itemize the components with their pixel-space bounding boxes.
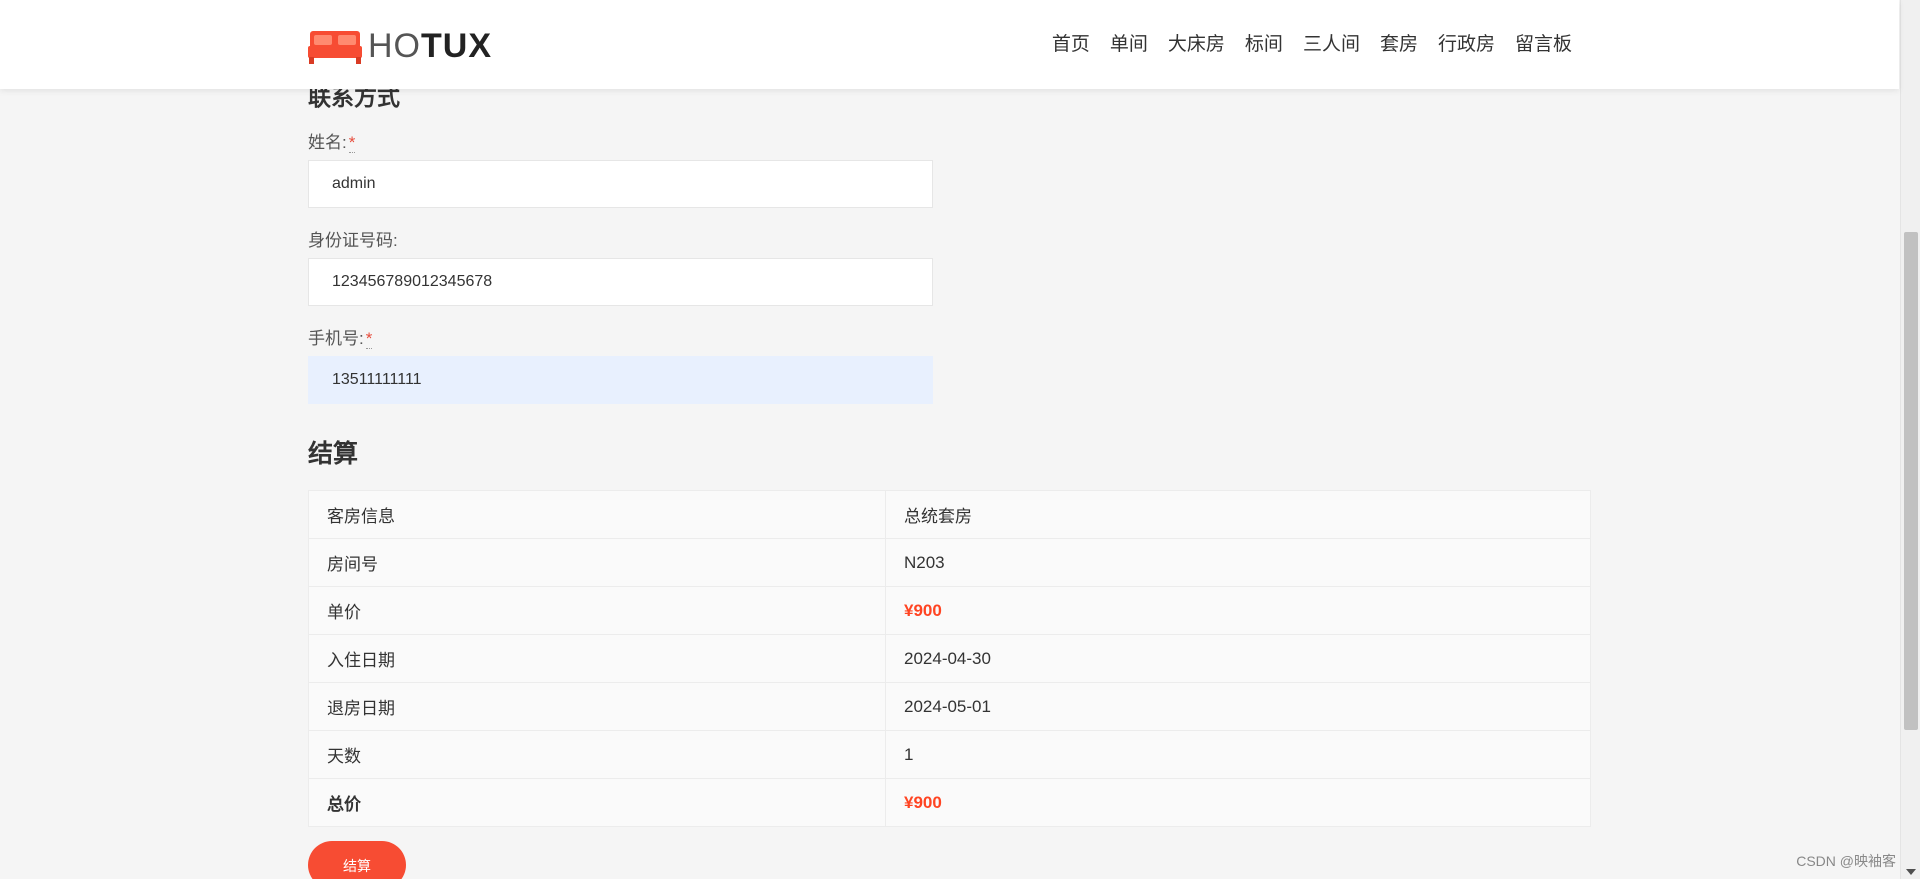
row-value: N203 [885, 538, 1591, 587]
row-label: 退房日期 [308, 682, 886, 731]
table-row: 天数 1 [308, 730, 1591, 779]
name-field[interactable] [308, 160, 933, 208]
required-marker: * [348, 133, 356, 153]
row-label: 总价 [308, 778, 886, 827]
table-row: 单价 ¥900 [308, 586, 1591, 635]
row-label: 客房信息 [308, 490, 886, 539]
total-price-value: ¥900 [885, 778, 1591, 827]
site-logo[interactable]: HOTUX [308, 27, 492, 65]
bed-icon [308, 31, 362, 64]
nav-item-kingbed[interactable]: 大床房 [1168, 32, 1225, 58]
row-label: 单价 [308, 586, 886, 635]
required-marker: * [365, 329, 373, 349]
main-nav: 首页 单间 大床房 标间 三人间 套房 行政房 留言板 [1052, 32, 1572, 58]
row-value: 总统套房 [885, 490, 1591, 539]
name-label: 姓名: * [308, 128, 356, 153]
table-row: 退房日期 2024-05-01 [308, 682, 1591, 731]
checkout-title: 结算 [308, 440, 359, 468]
name-label-text: 姓名: [308, 133, 347, 152]
nav-item-home[interactable]: 首页 [1052, 32, 1090, 58]
phone-label-text: 手机号: [308, 329, 364, 348]
row-label: 天数 [308, 730, 886, 779]
nav-item-suite[interactable]: 套房 [1380, 32, 1418, 58]
table-row-total: 总价 ¥900 [308, 778, 1591, 827]
row-value: 1 [885, 730, 1591, 779]
scroll-thumb[interactable] [1904, 232, 1918, 730]
nav-item-guestbook[interactable]: 留言板 [1515, 32, 1572, 58]
row-label: 入住日期 [308, 634, 886, 683]
checkout-submit-button[interactable]: 结算 [308, 841, 406, 879]
id-number-label: 身份证号码: [308, 231, 398, 250]
id-number-field[interactable] [308, 258, 933, 306]
table-row: 入住日期 2024-04-30 [308, 634, 1591, 683]
phone-field[interactable] [308, 356, 933, 404]
vertical-scrollbar[interactable] [1900, 0, 1920, 879]
top-header: HOTUX 首页 单间 大床房 标间 三人间 套房 行政房 留言板 [0, 0, 1899, 89]
watermark: CSDN @映袖客 [1796, 853, 1896, 869]
table-row: 房间号 N203 [308, 538, 1591, 587]
nav-item-triple[interactable]: 三人间 [1303, 32, 1360, 58]
row-label: 房间号 [308, 538, 886, 587]
nav-item-standard[interactable]: 标间 [1245, 32, 1283, 58]
logo-text-thin: HO [368, 27, 421, 65]
unit-price-value: ¥900 [885, 586, 1591, 635]
nav-item-executive[interactable]: 行政房 [1438, 32, 1495, 58]
checkout-summary-table: 客房信息 总统套房 房间号 N203 单价 ¥900 入住日期 2024-04-… [308, 490, 1591, 827]
scroll-down-icon[interactable] [1906, 869, 1916, 875]
phone-label: 手机号: * [308, 324, 373, 349]
row-value: 2024-05-01 [885, 682, 1591, 731]
table-row: 客房信息 总统套房 [308, 490, 1591, 539]
row-value: 2024-04-30 [885, 634, 1591, 683]
logo-text: HOTUX [368, 29, 492, 63]
nav-item-single[interactable]: 单间 [1110, 32, 1148, 58]
logo-text-bold: TUX [421, 27, 492, 65]
